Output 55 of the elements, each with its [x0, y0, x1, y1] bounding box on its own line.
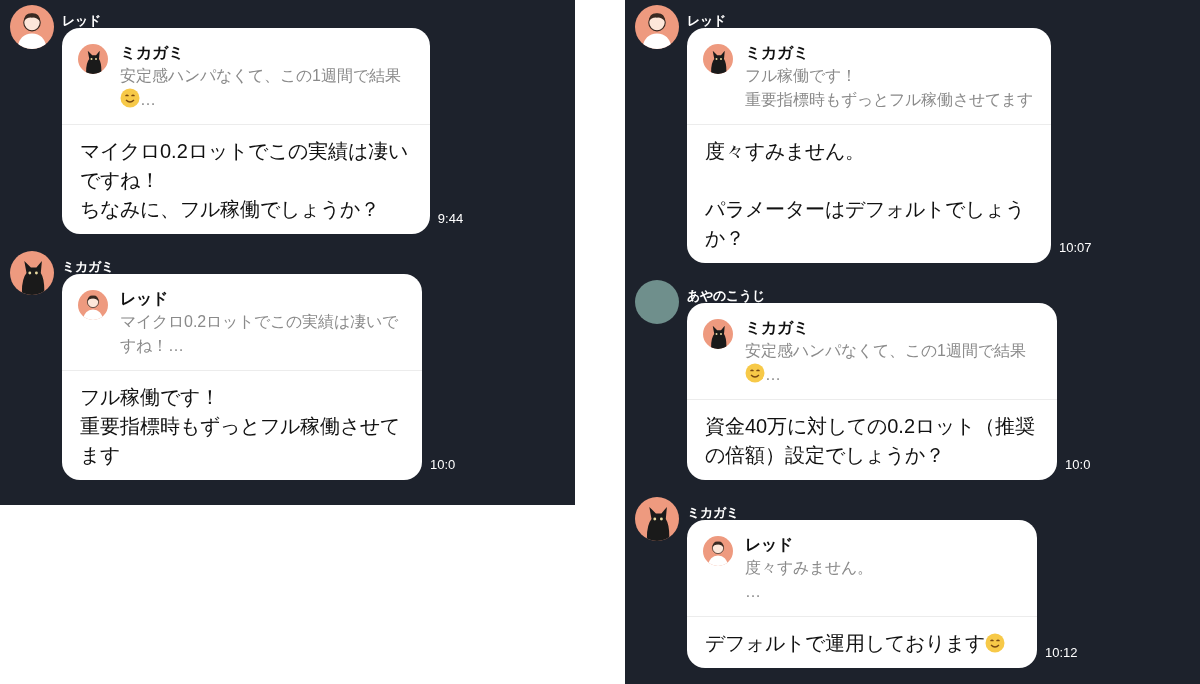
sender-name: ミカガミ [687, 505, 739, 520]
cat-avatar [78, 44, 108, 74]
sender-name: レッド [62, 13, 101, 28]
message-text: ですね！ [80, 169, 160, 191]
message-text: パラメーターはデフォルトでしょう [705, 198, 1025, 220]
quoted-sender: レッド [120, 289, 169, 309]
reply-quote[interactable]: レッド 度々すみません。 … [687, 520, 1037, 617]
person-avatar [78, 290, 108, 320]
quoted-text: 安定感ハンパなくて、この1週間で結果 [120, 67, 401, 84]
message-text: 重要指標時もずっとフル稼働させて [80, 415, 400, 437]
message-text: 資金40万に対しての0.2ロット（推奨 [705, 415, 1036, 437]
message-text: マイクロ0.2ロットでこの実績は凄い [80, 140, 408, 162]
message-text: ます [80, 444, 120, 466]
quoted-sender: ミカガミ [120, 43, 185, 63]
message-time: 10:0 [430, 455, 456, 474]
quoted-sender: レッド [745, 535, 794, 555]
cat-avatar [10, 251, 54, 295]
quoted-text: … [140, 91, 156, 108]
person-avatar [635, 5, 679, 49]
quoted-text: 安定感ハンパなくて、この1週間で結果 [745, 342, 1026, 359]
reply-quote[interactable]: ミカガミ 安定感ハンパなくて、この1週間で結果 … [62, 28, 430, 125]
quoted-text: 重要指標時もずっとフル稼働させてます [745, 91, 1033, 108]
reply-quote[interactable]: ミカガミ 安定感ハンパなくて、この1週間で結果 … [687, 303, 1058, 400]
quoted-text: フル稼働です！ [745, 67, 857, 84]
person-avatar [703, 536, 733, 566]
sender-name: レッド [687, 13, 726, 28]
message-text: か？ [705, 227, 745, 249]
message-time: 10:12 [1045, 643, 1078, 662]
photo-placeholder [635, 280, 679, 324]
smiley-icon [120, 88, 140, 108]
message-text: 度々すみません。 [705, 140, 865, 162]
quoted-sender: ミカガミ [745, 318, 810, 338]
quoted-text: マイクロ0.2ロットでこの実績は凄いで [120, 313, 399, 330]
message-time: 10:07 [1059, 238, 1092, 257]
message-text: の倍額）設定でしょうか？ [705, 444, 945, 466]
sender-name: ミカガミ [62, 259, 114, 274]
smiley-icon [745, 363, 765, 383]
message-text: フル稼働です！ [80, 386, 220, 408]
sender-name: あやのこうじ [687, 288, 765, 303]
message-time: 10:0 [1065, 455, 1091, 474]
reply-quote[interactable]: レッド マイクロ0.2ロットでこの実績は凄いで すね！… [62, 274, 422, 371]
quoted-text: … [765, 366, 781, 383]
quoted-text: … [745, 583, 761, 600]
cat-avatar [703, 319, 733, 349]
message-time: 9:44 [437, 209, 464, 228]
quoted-sender: ミカガミ [745, 43, 810, 63]
cat-avatar [703, 44, 733, 74]
reply-quote[interactable]: ミカガミ フル稼働です！ 重要指標時もずっとフル稼働させてます [687, 28, 1051, 125]
message-text: ちなみに、フル稼働でしょうか？ [80, 198, 380, 220]
quoted-text: 度々すみません。 [745, 559, 873, 576]
person-avatar [10, 5, 54, 49]
cat-avatar [635, 497, 679, 541]
smiley-icon [985, 633, 1005, 653]
quoted-text: すね！… [120, 337, 184, 354]
message-text: デフォルトで運用しております [705, 632, 985, 654]
